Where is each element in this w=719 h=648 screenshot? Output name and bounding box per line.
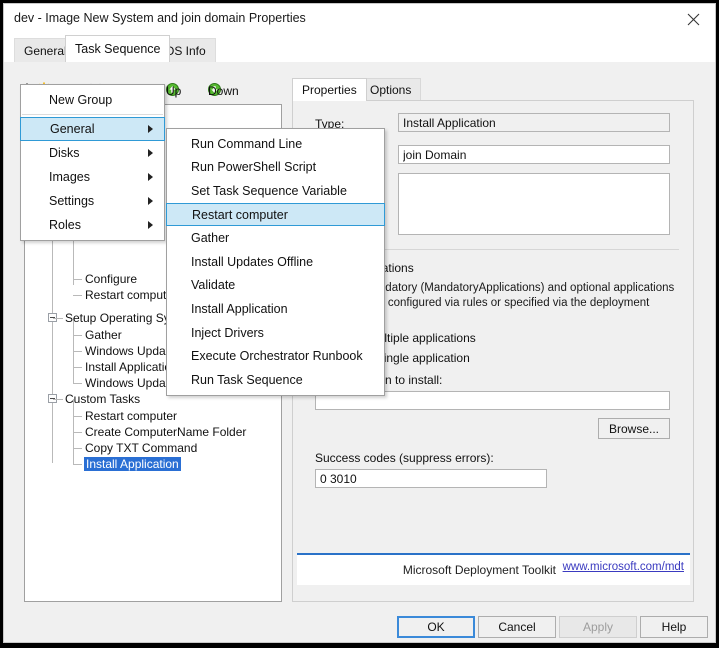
tree-item[interactable]: Gather (85, 328, 122, 342)
move-down-label: Down (208, 83, 239, 98)
tree-line (52, 233, 53, 463)
tree-line (53, 318, 63, 319)
tree-item[interactable]: Configure (85, 272, 137, 286)
menu-item-settings-label: Settings (49, 194, 95, 208)
menu-item-general[interactable]: General (20, 117, 165, 141)
menu-item-disks-label: Disks (49, 146, 80, 160)
submenu-item-validate[interactable]: Validate (167, 274, 384, 298)
tree-line (73, 432, 82, 433)
tree-line (73, 235, 74, 285)
tree-line (73, 416, 82, 417)
tab-properties[interactable]: Properties (292, 78, 367, 101)
dialog-tabstrip: General Task Sequence OS Info (4, 34, 715, 62)
submenu-item-set-task-sequence-variable[interactable]: Set Task Sequence Variable (167, 179, 384, 203)
tree-line (73, 335, 82, 336)
tree-item[interactable]: Create ComputerName Folder (85, 425, 246, 439)
submenu-item-gather[interactable]: Gather (167, 226, 384, 250)
chevron-right-icon (148, 221, 153, 229)
menu-item-images-label: Images (49, 170, 90, 184)
chevron-right-icon (148, 173, 153, 181)
success-codes-label: Success codes (suppress errors): (315, 451, 494, 465)
help-button[interactable]: Help (640, 616, 708, 638)
close-icon (687, 13, 700, 26)
submenu-item-install-application[interactable]: Install Application (167, 297, 384, 321)
mdt-link[interactable]: www.microsoft.com/mdt (563, 561, 684, 573)
tab-options[interactable]: Options (360, 78, 422, 100)
add-dropdown-menu[interactable]: New Group General Disks Images Settings … (20, 84, 165, 241)
close-button[interactable] (671, 4, 715, 34)
submenu-item-inject-drivers[interactable]: Inject Drivers (167, 321, 384, 345)
tree-line (73, 448, 82, 449)
type-value: Install Application (398, 113, 670, 132)
submenu-item-install-updates-offline[interactable]: Install Updates Offline (167, 250, 384, 274)
chevron-right-icon (148, 149, 153, 157)
tree-line (73, 367, 82, 368)
cancel-button[interactable]: Cancel (478, 616, 556, 638)
submenu-item-run-task-sequence[interactable]: Run Task Sequence (167, 368, 384, 392)
dialog-footer: OK Cancel Apply Help (4, 608, 715, 642)
menu-separator (22, 114, 163, 115)
submenu-item-execute-orchestrator-runbook[interactable]: Execute Orchestrator Runbook (167, 344, 384, 368)
tree-item[interactable]: Restart computer (85, 288, 177, 302)
tab-task-sequence[interactable]: Task Sequence (65, 35, 171, 62)
success-codes-input[interactable] (315, 469, 547, 488)
comments-input[interactable] (398, 173, 670, 235)
brand-text: Microsoft Deployment Toolkit (402, 563, 556, 577)
tree-item[interactable]: Custom Tasks (65, 392, 140, 406)
submenu-item-run-command-line[interactable]: Run Command Line (167, 132, 384, 156)
tree-item[interactable]: Copy TXT Command (85, 441, 197, 455)
brand-footer: Microsoft Deployment Toolkit www.microso… (297, 555, 690, 585)
move-down-button[interactable]: Down (205, 78, 239, 103)
move-up-label: Up (166, 83, 182, 98)
window-title: dev - Image New System and join domain P… (14, 11, 306, 25)
properties-dialog: dev - Image New System and join domain P… (3, 3, 716, 643)
chevron-right-icon (148, 197, 153, 205)
submenu-item-run-powershell-script[interactable]: Run PowerShell Script (167, 156, 384, 180)
chevron-right-icon (148, 125, 153, 133)
move-up-button[interactable]: Up (163, 78, 182, 103)
tree-line (73, 295, 82, 296)
menu-item-roles[interactable]: Roles (21, 213, 164, 237)
menu-item-settings[interactable]: Settings (21, 189, 164, 213)
general-submenu[interactable]: Run Command Line Run PowerShell Script S… (166, 128, 385, 396)
submenu-item-restart-computer[interactable]: Restart computer (166, 202, 385, 227)
task-sequence-pane: Add Remove Up Down (4, 62, 715, 610)
menu-item-new-group[interactable]: New Group (21, 88, 164, 112)
apply-button: Apply (559, 616, 637, 638)
tree-line (73, 351, 82, 352)
name-input[interactable] (398, 145, 670, 164)
title-bar: dev - Image New System and join domain P… (4, 4, 715, 34)
tree-item[interactable]: Restart computer (85, 409, 177, 423)
tree-line (73, 279, 82, 280)
menu-item-images[interactable]: Images (21, 165, 164, 189)
menu-item-disks[interactable]: Disks (21, 141, 164, 165)
menu-item-general-label: General (50, 122, 95, 136)
tree-line (73, 464, 82, 465)
tree-line (73, 383, 82, 384)
tree-line (53, 399, 63, 400)
ok-button[interactable]: OK (397, 616, 475, 638)
menu-item-roles-label: Roles (49, 218, 81, 232)
browse-button[interactable]: Browse... (598, 418, 670, 439)
tree-item-selected[interactable]: Install Application (84, 457, 181, 471)
